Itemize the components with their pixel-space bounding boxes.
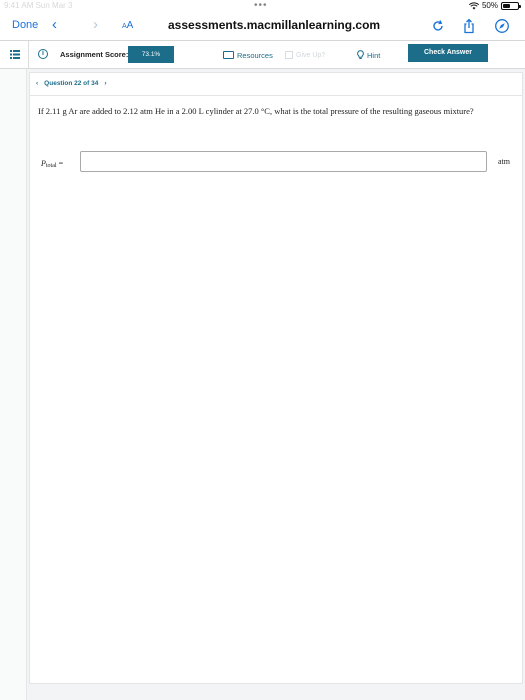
text-size-button[interactable]: AA <box>122 20 133 31</box>
left-rail <box>0 69 27 700</box>
next-question-button[interactable]: › <box>104 80 106 87</box>
answer-subscript: total <box>45 163 57 169</box>
folder-icon <box>223 51 234 59</box>
assignment-score-label: Assignment Score: <box>60 50 129 59</box>
forward-button[interactable]: › <box>93 17 98 32</box>
hint-button[interactable]: Hint <box>357 47 380 63</box>
resources-label: Resources <box>237 50 273 60</box>
assignment-score-badge: 73.1% <box>128 46 174 63</box>
answer-unit: atm <box>498 157 510 166</box>
prev-question-button[interactable]: ‹ <box>36 80 38 87</box>
info-icon[interactable]: i <box>38 49 48 59</box>
flag-icon <box>285 51 293 59</box>
menu-icon[interactable] <box>10 49 20 59</box>
question-nav: ‹ Question 22 of 34 › <box>36 80 107 87</box>
browser-toolbar: Done ‹ › AA assessments.macmillanlearnin… <box>0 13 525 41</box>
hint-label: Hint <box>367 50 381 60</box>
address-bar[interactable]: assessments.macmillanlearning.com <box>168 18 380 32</box>
lightbulb-icon <box>357 50 364 59</box>
assignment-header: i Assignment Score: 73.1% Resources Give… <box>0 41 525 69</box>
check-answer-button[interactable]: Check Answer <box>408 44 488 62</box>
battery-icon <box>501 1 521 10</box>
status-right: 50% <box>468 1 521 10</box>
question-panel: ‹ Question 22 of 34 › If 2.11 g Ar are a… <box>29 72 523 684</box>
divider <box>28 41 29 69</box>
question-counter: Question 22 of 34 <box>44 80 99 87</box>
battery-percent: 50% <box>481 1 498 10</box>
answer-equals: = <box>58 159 64 168</box>
give-up-button[interactable]: Give Up? <box>285 47 325 63</box>
status-bar: 9:41 AM Sun Mar 3 ••• 50% <box>0 0 525 13</box>
content-area: ‹ Question 22 of 34 › If 2.11 g Ar are a… <box>0 69 525 700</box>
give-up-label: Give Up? <box>296 51 326 59</box>
tab-dots[interactable]: ••• <box>254 0 268 11</box>
back-button[interactable]: ‹ <box>52 17 57 32</box>
done-button[interactable]: Done <box>12 19 38 31</box>
battery-fill <box>503 3 510 8</box>
divider <box>30 95 522 96</box>
compass-icon[interactable] <box>494 18 510 34</box>
text-size-large: A <box>126 20 134 31</box>
question-prompt: If 2.11 g Ar are added to 2.12 atm He in… <box>38 106 474 116</box>
status-time: 9:41 AM Sun Mar 3 <box>4 1 73 10</box>
answer-label: Ptotal = <box>41 159 63 169</box>
share-icon[interactable] <box>461 18 477 34</box>
reload-icon[interactable] <box>430 18 446 34</box>
answer-input[interactable] <box>80 151 487 172</box>
resources-button[interactable]: Resources <box>223 47 273 63</box>
wifi-icon <box>468 1 479 9</box>
